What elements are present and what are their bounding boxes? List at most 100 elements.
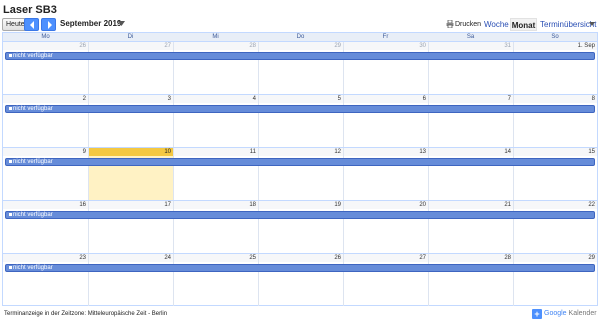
event-bar[interactable]: nicht verfügbar xyxy=(5,158,595,166)
day-cell-today[interactable]: 10 xyxy=(88,148,173,200)
day-cell[interactable]: 1. Sep xyxy=(513,42,597,94)
day-number[interactable]: 30 xyxy=(344,42,428,50)
weekday-label: Di xyxy=(127,34,134,40)
day-cell[interactable]: 3 xyxy=(88,95,173,147)
day-cell[interactable]: 14 xyxy=(428,148,513,200)
day-cell[interactable]: 27 xyxy=(88,42,173,94)
day-cell[interactable]: 31 xyxy=(428,42,513,94)
event-bar[interactable]: nicht verfügbar xyxy=(5,264,595,272)
next-period-button[interactable] xyxy=(41,18,56,31)
day-cell[interactable]: 15 xyxy=(513,148,597,200)
day-number[interactable]: 29 xyxy=(259,42,343,50)
day-cell[interactable]: 9 xyxy=(3,148,88,200)
day-cell[interactable]: 29 xyxy=(513,254,597,306)
day-number[interactable]: 31 xyxy=(429,42,513,50)
day-number[interactable]: 23 xyxy=(3,254,88,262)
event-bar[interactable]: nicht verfügbar xyxy=(5,211,595,219)
day-number[interactable]: 15 xyxy=(514,148,597,156)
day-cell[interactable]: 17 xyxy=(88,201,173,253)
printer-icon xyxy=(446,20,454,28)
day-number[interactable]: 12 xyxy=(259,148,343,156)
event-title: nicht verfügbar xyxy=(13,212,53,218)
day-number[interactable]: 27 xyxy=(344,254,428,262)
day-cell[interactable]: 25 xyxy=(173,254,258,306)
timezone-note: Terminanzeige in der Zeitzone: Mitteleur… xyxy=(4,311,168,317)
week-row: 16 17 18 19 20 21 22 nicht verfügbar xyxy=(3,200,597,253)
event-dot-icon xyxy=(9,265,12,269)
event-bar[interactable]: nicht verfügbar xyxy=(5,105,595,113)
day-number[interactable]: 28 xyxy=(429,254,513,262)
weekday-label: So xyxy=(551,34,559,40)
day-number[interactable]: 7 xyxy=(429,95,513,103)
day-number[interactable]: 9 xyxy=(3,148,88,156)
event-dot-icon xyxy=(9,212,12,216)
event-title: nicht verfügbar xyxy=(13,265,53,271)
dropdown-caret-icon[interactable] xyxy=(118,21,125,26)
day-cell[interactable]: 20 xyxy=(343,201,428,253)
day-number[interactable]: 29 xyxy=(514,254,597,262)
day-cell[interactable]: 19 xyxy=(258,201,343,253)
day-cell[interactable]: 21 xyxy=(428,201,513,253)
event-dot-icon xyxy=(9,106,12,110)
day-number[interactable]: 22 xyxy=(514,201,597,209)
period-label: September 2019 xyxy=(60,19,122,28)
calendar-title: Laser SB3 xyxy=(3,4,57,16)
weekday-label: Do xyxy=(296,34,305,40)
day-cell[interactable]: 28 xyxy=(428,254,513,306)
tab-week[interactable]: Woche xyxy=(484,18,509,31)
day-cell[interactable]: 2 xyxy=(3,95,88,147)
day-number[interactable]: 8 xyxy=(514,95,597,103)
day-cell[interactable]: 30 xyxy=(343,42,428,94)
brand-google: Google xyxy=(544,310,567,317)
day-number[interactable]: 6 xyxy=(344,95,428,103)
day-cell[interactable]: 16 xyxy=(3,201,88,253)
day-number[interactable]: 27 xyxy=(89,42,173,50)
day-cell[interactable]: 5 xyxy=(258,95,343,147)
day-number[interactable]: 19 xyxy=(259,201,343,209)
day-number[interactable]: 18 xyxy=(174,201,258,209)
day-number[interactable]: 26 xyxy=(259,254,343,262)
day-cell[interactable]: 4 xyxy=(173,95,258,147)
day-cell[interactable]: 26 xyxy=(258,254,343,306)
day-number[interactable]: 2 xyxy=(3,95,88,103)
day-number[interactable]: 3 xyxy=(89,95,173,103)
weekday-label: Mi xyxy=(212,34,219,40)
day-number[interactable]: 20 xyxy=(344,201,428,209)
day-number[interactable]: 5 xyxy=(259,95,343,103)
previous-period-button[interactable] xyxy=(24,18,39,31)
dropdown-caret-icon[interactable] xyxy=(589,22,595,26)
day-number[interactable]: 10 xyxy=(89,148,173,156)
tab-month[interactable]: Monat xyxy=(510,18,537,31)
day-cell[interactable]: 7 xyxy=(428,95,513,147)
day-number[interactable]: 4 xyxy=(174,95,258,103)
day-cell[interactable]: 28 xyxy=(173,42,258,94)
day-cell[interactable]: 11 xyxy=(173,148,258,200)
day-cell[interactable]: 23 xyxy=(3,254,88,306)
weekday-label: Fr xyxy=(382,34,389,40)
day-cell[interactable]: 8 xyxy=(513,95,597,147)
day-number[interactable]: 25 xyxy=(174,254,258,262)
day-cell[interactable]: 26 xyxy=(3,42,88,94)
day-cell[interactable]: 13 xyxy=(343,148,428,200)
day-cell[interactable]: 29 xyxy=(258,42,343,94)
day-cell[interactable]: 27 xyxy=(343,254,428,306)
day-cell[interactable]: 24 xyxy=(88,254,173,306)
day-number[interactable]: 17 xyxy=(89,201,173,209)
day-number[interactable]: 11 xyxy=(174,148,258,156)
day-number[interactable]: 1. Sep xyxy=(514,42,597,50)
day-number[interactable]: 26 xyxy=(3,42,88,50)
day-number[interactable]: 13 xyxy=(344,148,428,156)
day-number[interactable]: 14 xyxy=(429,148,513,156)
day-number[interactable]: 28 xyxy=(174,42,258,50)
event-bar[interactable]: nicht verfügbar xyxy=(5,52,595,60)
weekday-header: Mo Di Mi Do Fr Sa So xyxy=(3,33,597,41)
day-cell[interactable]: 22 xyxy=(513,201,597,253)
day-number[interactable]: 24 xyxy=(89,254,173,262)
day-number[interactable]: 21 xyxy=(429,201,513,209)
footer: Terminanzeige in der Zeitzone: Mitteleur… xyxy=(0,306,600,322)
day-cell[interactable]: 6 xyxy=(343,95,428,147)
tab-agenda[interactable]: Terminübersicht xyxy=(540,18,596,31)
day-cell[interactable]: 18 xyxy=(173,201,258,253)
day-number[interactable]: 16 xyxy=(3,201,88,209)
day-cell[interactable]: 12 xyxy=(258,148,343,200)
